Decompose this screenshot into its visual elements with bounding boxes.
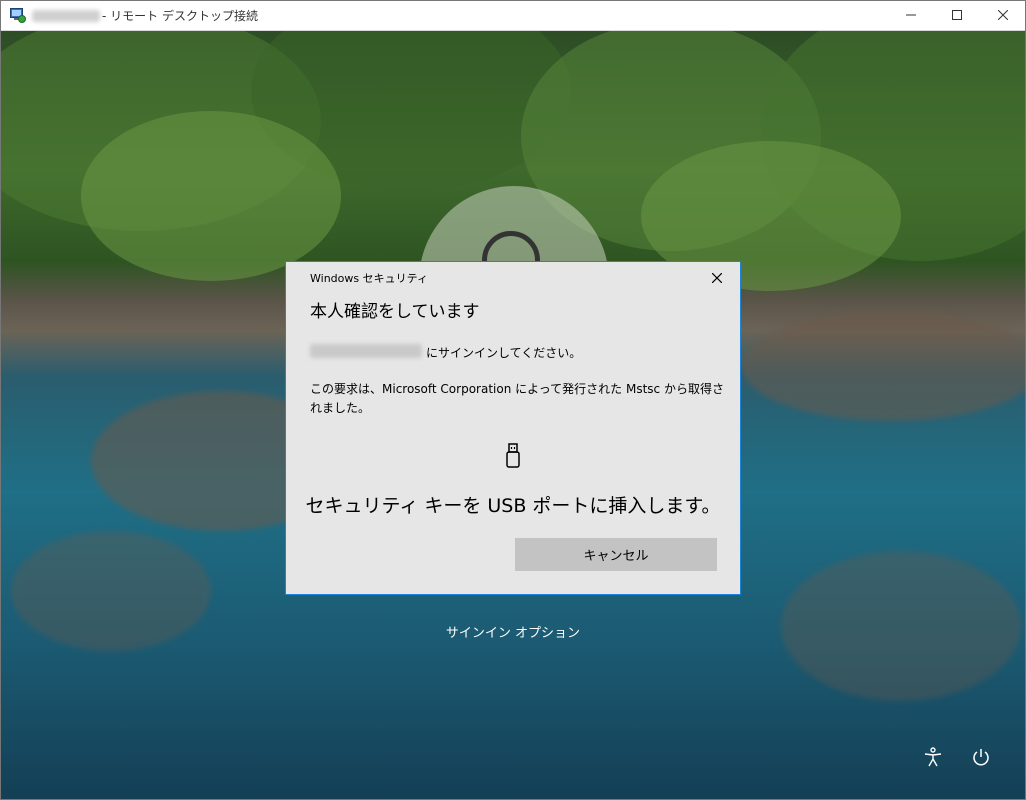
maximize-button[interactable] <box>934 0 980 30</box>
insert-key-instruction: セキュリティ キーを USB ポートに挿入します。 <box>305 495 721 517</box>
accessibility-icon <box>924 747 942 767</box>
minimize-icon <box>906 14 916 16</box>
window-title: - リモート デスクトップ接続 <box>102 9 258 23</box>
dialog-close-button[interactable] <box>707 268 727 288</box>
close-window-button[interactable] <box>980 0 1026 30</box>
accessibility-button[interactable] <box>921 745 945 769</box>
reef-patch <box>741 311 1025 421</box>
window-titlebar[interactable]: - リモート デスクトップ接続 <box>0 0 1026 31</box>
maximize-icon <box>952 10 962 20</box>
close-icon <box>998 10 1008 20</box>
redacted-host-name <box>32 10 100 22</box>
windows-security-dialog: Windows セキュリティ 本人確認をしています にサインインしてください。 … <box>285 261 741 595</box>
signin-prompt: にサインインしてください。 <box>426 346 582 360</box>
close-icon <box>712 273 722 283</box>
dialog-title: Windows セキュリティ <box>310 272 428 285</box>
signin-options-link[interactable]: サインイン オプション <box>0 622 1026 641</box>
power-icon <box>973 749 989 766</box>
request-source-text: この要求は、Microsoft Corporation によって発行された Ms… <box>310 382 724 415</box>
power-button[interactable] <box>969 745 993 769</box>
cancel-button[interactable]: キャンセル <box>515 538 717 571</box>
foliage-patch <box>81 111 341 281</box>
remote-desktop-icon <box>10 8 26 23</box>
usb-key-icon <box>506 443 520 468</box>
minimize-button[interactable] <box>888 0 934 30</box>
dialog-heading: 本人確認をしています <box>310 302 480 322</box>
redacted-account-name <box>310 344 422 358</box>
